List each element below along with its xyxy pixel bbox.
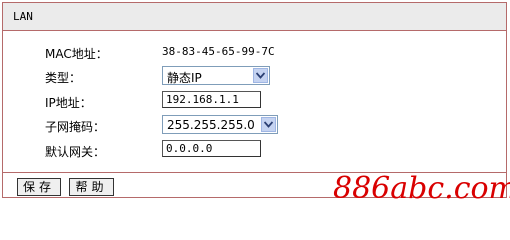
chevron-down-icon[interactable] [253, 68, 268, 83]
section-title: LAN [13, 10, 33, 23]
panel-header: LAN [3, 3, 506, 31]
save-button[interactable]: 保存 [17, 178, 61, 196]
type-select-value: 静态IP [167, 71, 202, 85]
header-divider [3, 30, 506, 31]
mask-label: 子网掩码： [45, 120, 106, 134]
mac-value: 38-83-45-65-99-7C [162, 45, 275, 58]
mac-label: MAC地址： [45, 47, 108, 61]
mask-select[interactable]: 255.255.255.0 [162, 115, 278, 134]
type-select[interactable]: 静态IP [162, 66, 270, 85]
watermark-logo: 886abc.com [333, 171, 510, 206]
ip-label: IP地址： [45, 96, 92, 110]
help-button[interactable]: 帮助 [69, 178, 114, 196]
lan-panel: LAN MAC地址： 38-83-45-65-99-7C 类型： 静态IP IP… [2, 2, 510, 206]
type-label: 类型： [45, 71, 82, 85]
gateway-input[interactable]: 0.0.0.0 [162, 140, 261, 157]
chevron-down-icon[interactable] [261, 117, 276, 132]
mask-select-value: 255.255.255.0 [167, 118, 255, 132]
ip-input[interactable]: 192.168.1.1 [162, 91, 261, 108]
gateway-label: 默认网关： [45, 145, 106, 159]
